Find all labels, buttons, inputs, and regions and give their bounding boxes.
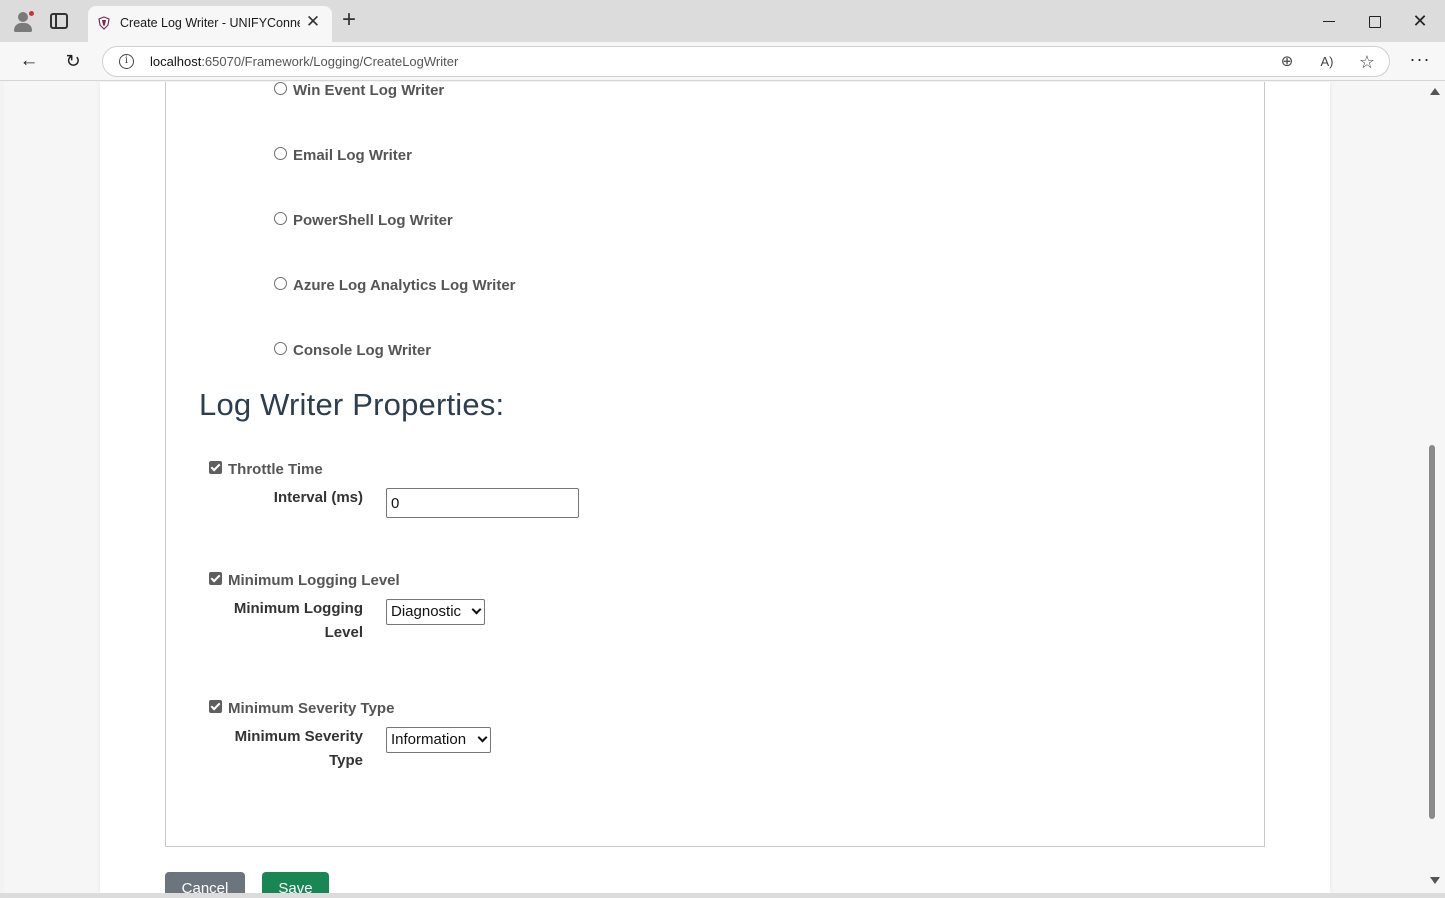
radio-console-log-writer[interactable]: Console Log Writer	[274, 340, 431, 360]
interval-label: Interval (ms)	[273, 489, 363, 506]
radio-label: Azure Log Analytics Log Writer	[293, 276, 516, 294]
address-bar[interactable]: i localhost:65070/Framework/Logging/Crea…	[102, 46, 1390, 77]
radio-button[interactable]	[274, 82, 287, 95]
minimum-logging-level-field-label: Minimum Logging Level	[163, 597, 363, 645]
url-path: :65070/Framework/Logging/CreateLogWriter	[201, 54, 459, 69]
reload-button[interactable]: ↻	[61, 50, 85, 72]
page-scrollbar[interactable]	[1425, 82, 1445, 893]
minimum-logging-level-select[interactable]: Diagnostic	[386, 599, 485, 625]
minimum-severity-type-field-label: Minimum Severity Type	[163, 725, 363, 773]
page-viewport: Win Event Log Writer Email Log Writer Po…	[4, 82, 1425, 893]
window-close-button[interactable]: ✕	[1405, 8, 1435, 34]
radio-button[interactable]	[274, 211, 287, 225]
read-aloud-icon[interactable]: A)	[1317, 52, 1337, 72]
minimum-severity-type-checkbox-row[interactable]: Minimum Severity Type	[209, 698, 394, 718]
chevron-down-icon	[477, 732, 488, 743]
save-button[interactable]: Save	[262, 872, 329, 893]
minimum-severity-type-checkbox[interactable]	[209, 699, 222, 713]
radio-label: PowerShell Log Writer	[293, 211, 453, 229]
radio-label: Console Log Writer	[293, 341, 432, 359]
browser-title-bar: Create Log Writer - UNIFYConnect ✕ + ✕	[0, 0, 1445, 42]
throttle-time-checkbox-row[interactable]: Throttle Time	[209, 459, 323, 479]
browser-tab[interactable]: Create Log Writer - UNIFYConnect ✕	[88, 6, 332, 42]
maximize-button[interactable]	[1360, 8, 1390, 34]
radio-button[interactable]	[274, 146, 287, 160]
label-line-1: Minimum Logging	[233, 600, 363, 617]
new-tab-button[interactable]: +	[338, 8, 360, 32]
minimize-button[interactable]	[1314, 8, 1344, 34]
profile-icon[interactable]	[12, 10, 35, 32]
site-favicon-icon	[98, 16, 110, 30]
back-button[interactable]: ←	[17, 50, 41, 72]
label-line-2: Level	[324, 624, 363, 641]
chevron-down-icon	[471, 604, 482, 615]
tab-actions-icon[interactable]	[50, 13, 68, 29]
minimum-logging-level-checkbox-row[interactable]: Minimum Logging Level	[209, 570, 400, 590]
url-text[interactable]: localhost:65070/Framework/Logging/Create…	[150, 54, 458, 69]
radio-button[interactable]	[274, 276, 287, 290]
log-writer-form-panel: Win Event Log Writer Email Log Writer Po…	[165, 82, 1265, 847]
radio-azure-log-analytics-log-writer[interactable]: Azure Log Analytics Log Writer	[274, 275, 516, 295]
select-value: Information	[391, 731, 467, 748]
radio-label: Email Log Writer	[293, 146, 412, 164]
url-host: localhost	[150, 54, 202, 69]
minimum-severity-type-label: Minimum Severity Type	[228, 699, 395, 717]
radio-email-log-writer[interactable]: Email Log Writer	[274, 145, 412, 165]
window-bottom-edge	[0, 893, 1445, 898]
radio-win-event-log-writer[interactable]: Win Event Log Writer	[274, 82, 444, 100]
label-line-2: Type	[329, 752, 363, 769]
radio-label: Win Event Log Writer	[293, 82, 445, 99]
radio-powershell-log-writer[interactable]: PowerShell Log Writer	[274, 210, 453, 230]
scroll-down-arrow-icon[interactable]	[1430, 877, 1440, 884]
throttle-time-checkbox[interactable]	[209, 460, 222, 474]
radio-button[interactable]	[274, 341, 287, 355]
site-info-icon[interactable]: i	[119, 54, 134, 69]
minimum-logging-level-label: Minimum Logging Level	[228, 571, 400, 589]
tab-title: Create Log Writer - UNIFYConnect	[120, 16, 300, 30]
interval-input[interactable]	[386, 488, 579, 518]
zoom-icon[interactable]: ⊕	[1277, 52, 1297, 72]
minimum-severity-type-select[interactable]: Information	[386, 727, 491, 753]
label-line-1: Minimum Severity	[234, 728, 363, 745]
throttle-time-label: Throttle Time	[228, 460, 323, 478]
page-container: Win Event Log Writer Email Log Writer Po…	[100, 82, 1330, 893]
scroll-thumb[interactable]	[1429, 445, 1435, 819]
browser-toolbar: ← ↻ i localhost:65070/Framework/Logging/…	[0, 42, 1445, 81]
notification-dot-icon	[28, 10, 35, 17]
favorite-star-icon[interactable]: ☆	[1357, 52, 1377, 72]
browser-menu-button[interactable]: ···	[1408, 50, 1432, 72]
select-value: Diagnostic	[391, 603, 462, 620]
properties-heading: Log Writer Properties:	[199, 387, 505, 422]
cancel-button[interactable]: Cancel	[165, 872, 245, 893]
tab-close-icon[interactable]: ✕	[304, 13, 322, 31]
minimum-logging-level-checkbox[interactable]	[209, 571, 222, 585]
scroll-up-arrow-icon[interactable]	[1430, 88, 1440, 95]
